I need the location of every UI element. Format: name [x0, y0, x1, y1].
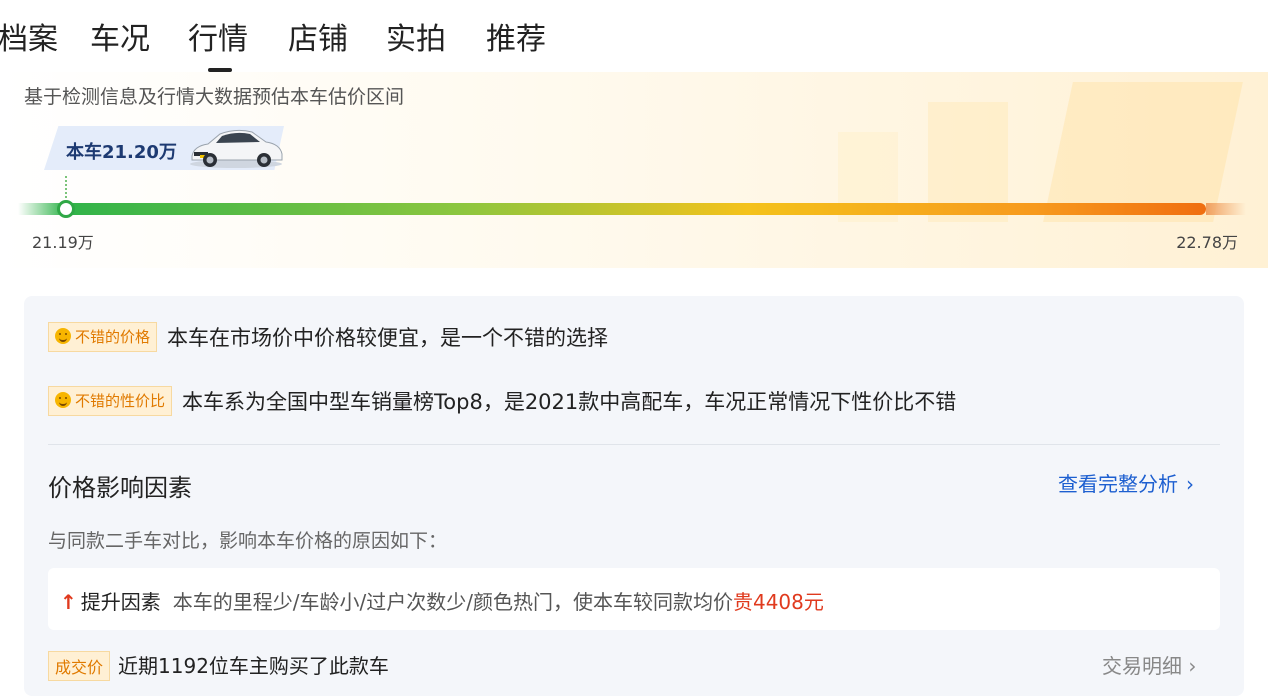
- smile-icon: [55, 328, 71, 344]
- deal-detail-link[interactable]: 交易明细 ›: [1102, 650, 1196, 679]
- highlight-tag: 不错的价格: [48, 322, 158, 352]
- tab-archive[interactable]: 档案: [0, 14, 58, 58]
- arrow-up-icon: ↑: [60, 590, 77, 614]
- highlight-desc: 本车在市场价中价格较便宜，是一个不错的选择: [167, 326, 609, 350]
- this-car-price: 本车21.20万: [66, 142, 177, 163]
- range-max-label: 22.78万: [1176, 233, 1238, 252]
- factor-desc: 本车的里程少/车龄小/过户次数少/颜色热门: [172, 590, 553, 614]
- highlight-tag: 不错的性价比: [48, 386, 173, 416]
- car-image: [190, 129, 283, 168]
- deal-row: 成交价 近期1192位车主购买了此款车: [48, 650, 389, 681]
- highlight-row: 不错的性价比 本车系为全国中型车销量榜Top8，是2021款中高配车，车况正常情况…: [48, 386, 956, 416]
- divider: [48, 444, 1220, 445]
- this-car-price-marker: [57, 200, 75, 218]
- tab-photos[interactable]: 实拍: [386, 14, 446, 58]
- deal-tag: 成交价: [48, 651, 111, 681]
- deal-text: 近期1192位车主购买了此款车: [118, 654, 389, 678]
- tab-market[interactable]: 行情: [188, 14, 248, 58]
- factor-amount: 贵4408元: [732, 590, 824, 614]
- range-min-label: 21.19万: [32, 233, 94, 252]
- price-range-bar: [58, 203, 1206, 215]
- chevron-right-icon: ›: [1186, 472, 1194, 496]
- highlight-desc: 本车系为全国中型车销量榜Top8，是2021款中高配车，车况正常情况下性价比不错: [182, 390, 957, 414]
- view-full-analysis-link[interactable]: 查看完整分析 ›: [1058, 468, 1194, 497]
- smile-icon: [55, 392, 71, 408]
- section-title: 价格影响因素: [48, 474, 192, 502]
- section-subtitle: 与同款二手车对比，影响本车价格的原因如下：: [48, 530, 448, 552]
- tab-store[interactable]: 店铺: [288, 14, 348, 58]
- up-factor-row: ↑ 提升因素 本车的里程少/车龄小/过户次数少/颜色热门，使本车较同款均价贵4408…: [60, 586, 824, 615]
- price-estimate-subtitle: 基于检测信息及行情大数据预估本车估价区间: [24, 86, 405, 108]
- highlight-row: 不错的价格 本车在市场价中价格较便宜，是一个不错的选择: [48, 322, 608, 352]
- price-bar-fade: [1206, 203, 1246, 215]
- banner-decoration: [1043, 82, 1243, 222]
- factor-amount-label: ，使本车较同款均价: [552, 590, 733, 614]
- factor-label: 提升因素: [80, 590, 161, 614]
- tab-condition[interactable]: 车况: [90, 14, 150, 58]
- tab-recommend[interactable]: 推荐: [486, 14, 546, 58]
- price-marker-line: [65, 176, 69, 198]
